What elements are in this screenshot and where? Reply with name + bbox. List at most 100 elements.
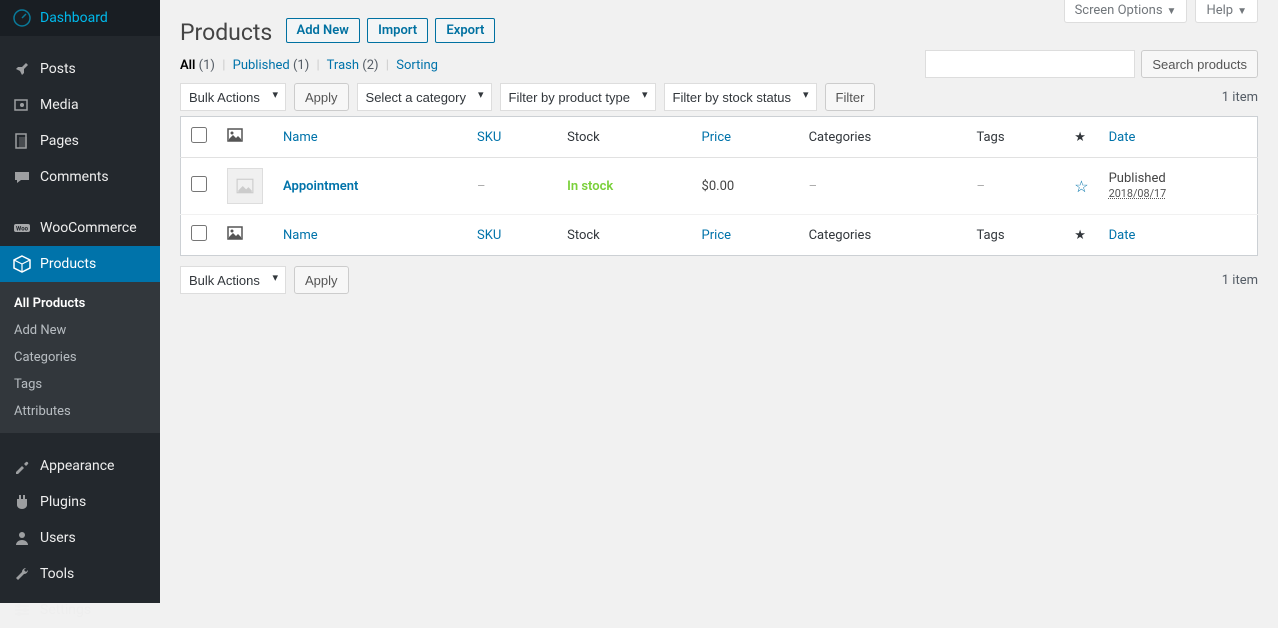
search-input[interactable] xyxy=(925,50,1135,78)
add-new-button[interactable]: Add New xyxy=(286,18,360,43)
sidebar-label: Media xyxy=(40,97,79,113)
view-sorting[interactable]: Sorting xyxy=(396,58,438,73)
woo-icon: Woo xyxy=(12,218,32,238)
product-type-select[interactable]: Filter by product type xyxy=(500,83,656,111)
admin-sidebar: Dashboard Posts Media Pages Comments Woo… xyxy=(0,0,160,603)
export-button[interactable]: Export xyxy=(435,18,495,43)
col-name[interactable]: Name xyxy=(273,215,467,256)
users-icon xyxy=(12,528,32,548)
sidebar-label: Dashboard xyxy=(40,10,108,26)
col-price[interactable]: Price xyxy=(692,215,799,256)
pages-icon xyxy=(12,131,32,151)
sidebar-item-appearance[interactable]: Appearance xyxy=(0,448,160,484)
sidebar-item-settings[interactable]: Settings xyxy=(0,592,160,628)
svg-text:Woo: Woo xyxy=(16,226,29,233)
category-select[interactable]: Select a category xyxy=(357,83,492,111)
bulk-actions-select[interactable]: Bulk Actions xyxy=(180,83,286,111)
help-button[interactable]: Help▼ xyxy=(1195,0,1258,23)
sidebar-label: Appearance xyxy=(40,458,114,474)
sidebar-label: WooCommerce xyxy=(40,220,137,236)
col-stock: Stock xyxy=(557,215,691,256)
product-name-link[interactable]: Appointment xyxy=(283,179,358,194)
select-all-checkbox[interactable] xyxy=(191,127,207,143)
col-price[interactable]: Price xyxy=(692,117,799,158)
comments-icon xyxy=(12,167,32,187)
col-sku[interactable]: SKU xyxy=(467,215,557,256)
featured-star-toggle[interactable]: ☆ xyxy=(1074,177,1088,196)
item-count: 1 item xyxy=(1222,90,1258,105)
settings-icon xyxy=(12,600,32,620)
bulk-actions-select-bottom[interactable]: Bulk Actions xyxy=(180,266,286,294)
products-table: Name SKU Stock Price Categories Tags ★ D… xyxy=(180,116,1258,256)
col-name[interactable]: Name xyxy=(273,117,467,158)
cell-categories: – xyxy=(809,179,818,194)
col-tags: Tags xyxy=(966,117,1064,158)
tablenav-top: Bulk Actions Apply Select a category Fil… xyxy=(180,83,1258,111)
apply-button[interactable]: Apply xyxy=(294,83,349,111)
sidebar-item-plugins[interactable]: Plugins xyxy=(0,484,160,520)
sidebar-label: Products xyxy=(40,256,96,272)
sidebar-label: Posts xyxy=(40,61,76,77)
image-icon xyxy=(227,230,243,245)
sidebar-label: Plugins xyxy=(40,494,86,510)
sidebar-label: Users xyxy=(40,530,76,546)
sidebar-item-comments[interactable]: Comments xyxy=(0,159,160,195)
appearance-icon xyxy=(12,456,32,476)
import-button[interactable]: Import xyxy=(367,18,428,43)
pin-icon xyxy=(12,59,32,79)
item-count-bottom: 1 item xyxy=(1222,273,1258,288)
cell-price: $0.00 xyxy=(702,179,735,194)
view-all[interactable]: All xyxy=(180,58,195,73)
search-button[interactable]: Search products xyxy=(1141,50,1258,78)
sidebar-item-posts[interactable]: Posts xyxy=(0,51,160,87)
star-icon: ★ xyxy=(1074,228,1086,243)
tools-icon xyxy=(12,564,32,584)
sidebar-label: Comments xyxy=(40,169,109,185)
view-trash[interactable]: Trash xyxy=(327,58,359,73)
products-submenu: All Products Add New Categories Tags Att… xyxy=(0,282,160,433)
media-icon xyxy=(12,95,32,115)
sidebar-item-media[interactable]: Media xyxy=(0,87,160,123)
chevron-down-icon: ▼ xyxy=(1167,6,1177,17)
main-content: Screen Options▼ Help▼ Products Add New I… xyxy=(160,0,1278,603)
tablenav-bottom: Bulk Actions Apply 1 item xyxy=(180,266,1258,294)
screen-options-button[interactable]: Screen Options▼ xyxy=(1064,0,1188,23)
product-thumbnail[interactable] xyxy=(227,168,263,204)
sidebar-item-tools[interactable]: Tools xyxy=(0,556,160,592)
cell-sku: – xyxy=(477,179,486,194)
chevron-down-icon: ▼ xyxy=(1237,6,1247,17)
star-icon: ★ xyxy=(1074,130,1086,145)
sidebar-item-pages[interactable]: Pages xyxy=(0,123,160,159)
col-tags: Tags xyxy=(966,215,1064,256)
col-date[interactable]: Date xyxy=(1099,215,1258,256)
sidebar-item-users[interactable]: Users xyxy=(0,520,160,556)
page-title: Products xyxy=(180,10,272,50)
dashboard-icon xyxy=(12,8,32,28)
view-published[interactable]: Published xyxy=(233,58,290,73)
submenu-tags[interactable]: Tags xyxy=(0,371,160,398)
col-categories: Categories xyxy=(799,117,967,158)
cell-date: Published2018/08/17 xyxy=(1099,158,1258,215)
stock-status-select[interactable]: Filter by stock status xyxy=(664,83,817,111)
plugins-icon xyxy=(12,492,32,512)
apply-button-bottom[interactable]: Apply xyxy=(294,266,349,294)
image-icon xyxy=(227,132,243,147)
sidebar-item-products[interactable]: Products xyxy=(0,246,160,282)
cell-stock: In stock xyxy=(567,179,613,194)
sidebar-label: Pages xyxy=(40,133,79,149)
col-stock: Stock xyxy=(557,117,691,158)
submenu-add-new[interactable]: Add New xyxy=(0,317,160,344)
sidebar-item-dashboard[interactable]: Dashboard xyxy=(0,0,160,36)
submenu-all-products[interactable]: All Products xyxy=(0,290,160,317)
sidebar-label: Tools xyxy=(40,566,74,582)
submenu-attributes[interactable]: Attributes xyxy=(0,398,160,425)
submenu-categories[interactable]: Categories xyxy=(0,344,160,371)
sidebar-item-woocommerce[interactable]: Woo WooCommerce xyxy=(0,210,160,246)
filter-button[interactable]: Filter xyxy=(825,83,876,111)
sidebar-label: Settings xyxy=(40,602,91,618)
row-checkbox[interactable] xyxy=(191,176,207,192)
col-date[interactable]: Date xyxy=(1099,117,1258,158)
table-row: Appointment – In stock $0.00 – – ☆ Publi… xyxy=(181,158,1258,215)
col-sku[interactable]: SKU xyxy=(467,117,557,158)
select-all-checkbox-footer[interactable] xyxy=(191,225,207,241)
